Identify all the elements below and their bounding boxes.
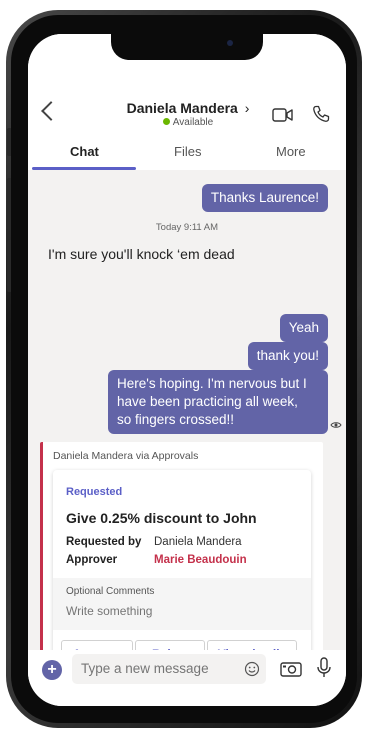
contact-info[interactable]: Daniela Mandera › Available [98,100,278,128]
message-line: so fingers crossed!! [117,412,235,427]
contact-chevron-icon: › [244,100,250,116]
presence-available-icon [162,118,170,125]
approval-title: Give 0.25% discount to John [66,510,257,526]
comments-input[interactable] [66,604,296,618]
chat-area[interactable]: Thanks Laurence! Today 9:11 AM I'm sure … [28,170,346,688]
add-attachment-button[interactable]: + [42,660,62,680]
back-arrow-icon[interactable] [41,101,61,121]
video-call-icon[interactable] [272,108,294,127]
comments-section: Optional Comments [53,578,311,630]
contact-status: Available [98,117,278,128]
requested-by-label: Requested by [66,536,142,548]
incoming-message[interactable]: I'm sure you'll knock ‘em dead [48,246,235,262]
contact-name: Daniela Mandera [126,100,238,116]
front-camera-icon [227,40,233,46]
card-source: Daniela Mandera via Approvals [53,450,199,462]
emoji-icon[interactable] [244,661,260,682]
approval-status: Requested [66,486,123,498]
tab-bar: Chat Files More [28,142,346,171]
tab-chat[interactable]: Chat [70,144,99,159]
outgoing-message[interactable]: Here's hoping. I'm nervous but I have be… [108,370,328,434]
camera-icon[interactable] [280,661,302,682]
phone-call-icon[interactable] [312,105,330,128]
requested-by-row: Requested by Daniela Mandera [66,536,242,548]
message-line: have been practicing all week, [117,394,298,409]
message-line: Here's hoping. I'm nervous but I [117,376,307,391]
comments-label: Optional Comments [66,586,155,597]
outgoing-message[interactable]: Yeah [279,314,328,342]
contact-name-row: Daniela Mandera › [98,100,278,116]
message-composer: + [28,650,346,706]
message-input[interactable] [81,661,231,676]
approver-value: Marie Beaudouin [154,554,247,566]
read-receipt-eye-icon [330,416,342,434]
status-text: Available [172,117,214,128]
outgoing-message[interactable]: thank you! [247,342,328,370]
approver-row: Approver Marie Beaudouin [66,554,247,566]
requested-by-value: Daniela Mandera [154,536,242,548]
tab-more[interactable]: More [276,144,306,159]
notch [111,34,263,60]
microphone-icon[interactable] [316,657,332,684]
message-timestamp: Today 9:11 AM [155,222,219,233]
phone-screen: Daniela Mandera › Available Chat Files M… [28,34,346,706]
message-box [72,654,266,684]
approver-label: Approver [66,554,118,566]
tab-files[interactable]: Files [174,144,201,159]
outgoing-message[interactable]: Thanks Laurence! [201,184,328,212]
